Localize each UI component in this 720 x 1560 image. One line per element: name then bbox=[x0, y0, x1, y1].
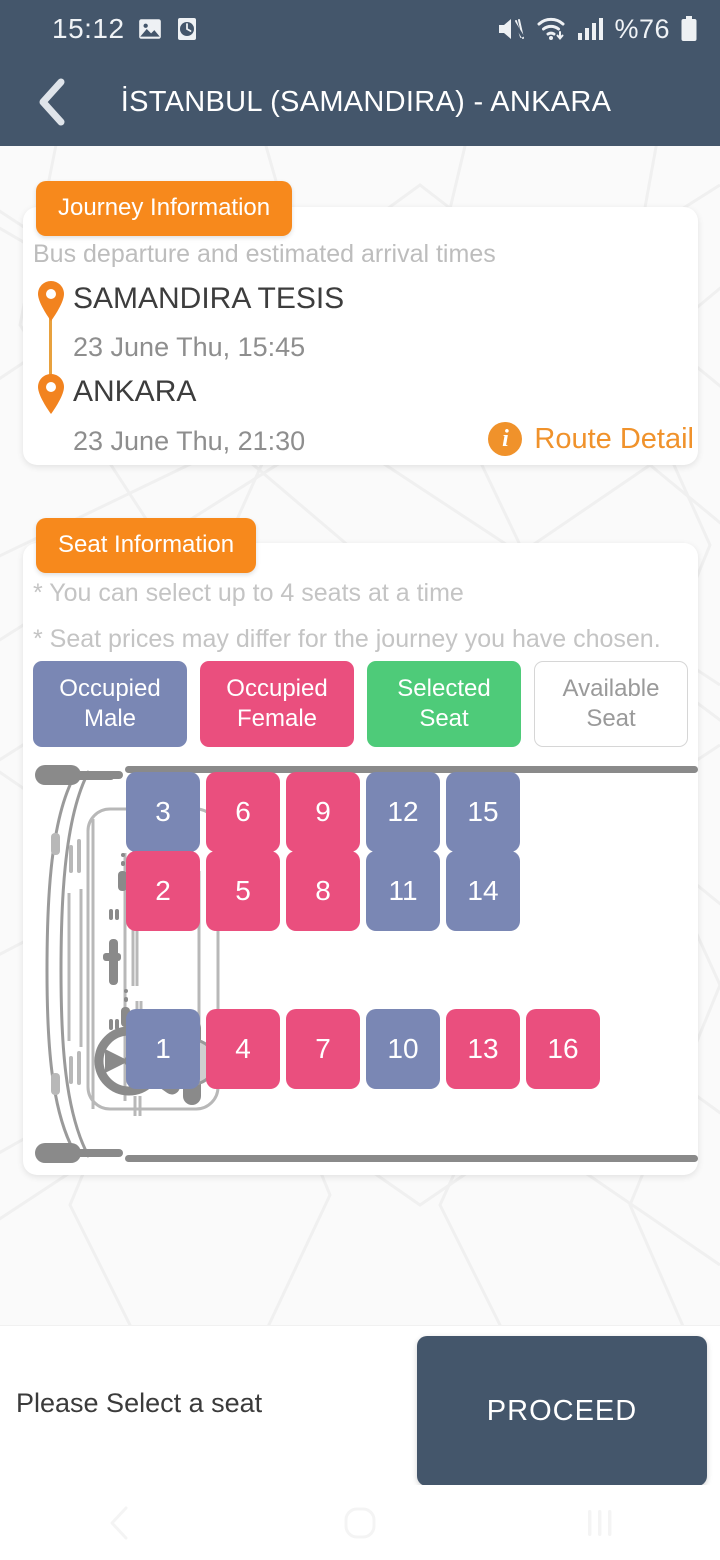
back-button[interactable] bbox=[18, 67, 88, 137]
proceed-button[interactable]: PROCEED bbox=[417, 1336, 707, 1486]
seat-1[interactable]: 1 bbox=[126, 1009, 200, 1089]
legend-item-selected: Selected Seat bbox=[367, 661, 521, 747]
nav-recents-icon bbox=[585, 1506, 615, 1540]
page-title: İSTANBUL (SAMANDIRA) - ANKARA bbox=[120, 85, 612, 118]
legend-item-male: Occupied Male bbox=[33, 661, 187, 747]
status-bar-left: 15:12 bbox=[52, 13, 199, 45]
seat-note-prices: * Seat prices may differ for the journey… bbox=[33, 625, 661, 653]
seat-8[interactable]: 8 bbox=[286, 851, 360, 931]
seat-number-label: 10 bbox=[387, 1033, 419, 1064]
nav-back-icon bbox=[105, 1504, 135, 1542]
status-bar-right: %76 bbox=[496, 14, 698, 45]
status-clock: 15:12 bbox=[52, 13, 125, 44]
seat-14[interactable]: 14 bbox=[446, 851, 520, 931]
chevron-left-icon bbox=[33, 76, 73, 128]
nav-back-button[interactable] bbox=[75, 1493, 165, 1553]
origin-location-pin-icon bbox=[36, 280, 66, 322]
seat-12[interactable]: 12 bbox=[366, 772, 440, 852]
seat-number-label: 13 bbox=[467, 1033, 499, 1064]
seat-number-label: 16 bbox=[547, 1033, 579, 1064]
nav-recents-button[interactable] bbox=[555, 1493, 645, 1553]
seat-16[interactable]: 16 bbox=[526, 1009, 600, 1089]
status-bar: 15:12 %76 bbox=[0, 0, 720, 58]
legend-label-line1: Occupied bbox=[59, 674, 161, 702]
seat-number-label: 9 bbox=[315, 796, 331, 827]
seat-information-card: * You can select up to 4 seats at a time… bbox=[23, 543, 698, 1175]
seat-information-badge: Seat Information bbox=[36, 518, 257, 573]
route-detail-label: Route Detail bbox=[534, 422, 694, 455]
seat-11[interactable]: 11 bbox=[366, 851, 440, 931]
origin-name: SAMANDIRA TESIS bbox=[73, 282, 345, 315]
seat-9[interactable]: 9 bbox=[286, 772, 360, 852]
bus-bottom-rail bbox=[125, 1155, 698, 1162]
seat-5[interactable]: 5 bbox=[206, 851, 280, 931]
seat-map[interactable]: 3 6 9 12 15 2 5 8 11 14 1 4 7 10 13 16 bbox=[33, 761, 698, 1167]
seat-7[interactable]: 7 bbox=[286, 1009, 360, 1089]
legend-label-line2: Seat bbox=[419, 705, 469, 732]
seat-number-label: 15 bbox=[467, 796, 499, 827]
seat-10[interactable]: 10 bbox=[366, 1009, 440, 1089]
origin-time: 23 June Thu, 15:45 bbox=[73, 332, 306, 362]
wifi-icon bbox=[536, 15, 566, 43]
battery-percent-label: %76 bbox=[614, 13, 670, 44]
legend-label-line2: Seat bbox=[586, 705, 636, 732]
selection-status-message: Please Select a seat bbox=[16, 1388, 263, 1418]
cellular-signal-icon bbox=[576, 16, 604, 42]
seat-legend: Occupied Male Occupied Female Selected Seat Av… bbox=[33, 661, 688, 747]
seat-number-label: 11 bbox=[388, 875, 418, 906]
alarm-clock-icon bbox=[175, 16, 199, 42]
gallery-icon bbox=[137, 16, 163, 42]
nav-home-button[interactable] bbox=[315, 1493, 405, 1553]
app-screen: 15:12 %76 İSTANBUL (SAMANDIRA) - ANKARA … bbox=[0, 0, 720, 1560]
legend-label-line1: Selected bbox=[397, 674, 491, 702]
seat-15[interactable]: 15 bbox=[446, 772, 520, 852]
mute-icon bbox=[496, 15, 526, 43]
seat-number-label: 6 bbox=[235, 796, 251, 827]
legend-label-line1: Available bbox=[562, 674, 660, 702]
destination-location-pin-icon bbox=[36, 373, 66, 415]
journey-subtitle: Bus departure and estimated arrival time… bbox=[33, 240, 496, 268]
app-header: İSTANBUL (SAMANDIRA) - ANKARA bbox=[0, 58, 720, 146]
seat-number-label: 4 bbox=[235, 1033, 251, 1064]
legend-label-line2: Female bbox=[236, 705, 318, 732]
seat-number-label: 8 bbox=[315, 875, 331, 906]
android-navigation-bar bbox=[0, 1485, 720, 1560]
seat-number-label: 2 bbox=[155, 875, 171, 906]
seat-6[interactable]: 6 bbox=[206, 772, 280, 852]
destination-name: ANKARA bbox=[73, 375, 197, 408]
seat-4[interactable]: 4 bbox=[206, 1009, 280, 1089]
seat-number-label: 14 bbox=[467, 875, 499, 906]
seat-13[interactable]: 13 bbox=[446, 1009, 520, 1089]
seat-number-label: 3 bbox=[155, 796, 171, 827]
nav-home-icon bbox=[342, 1505, 378, 1541]
legend-label-line2: Male bbox=[83, 705, 137, 732]
bottom-action-bar: Please Select a seat PROCEED bbox=[0, 1325, 720, 1486]
battery-icon bbox=[680, 15, 698, 43]
seat-number-label: 1 bbox=[155, 1033, 171, 1064]
destination-time: 23 June Thu, 21:30 bbox=[73, 426, 306, 456]
seat-number-label: 12 bbox=[387, 796, 419, 827]
seat-number-label: 7 bbox=[315, 1033, 331, 1064]
journey-information-badge: Journey Information bbox=[36, 181, 293, 236]
seat-note-max-seats: * You can select up to 4 seats at a time bbox=[33, 579, 464, 607]
legend-item-available: Available Seat bbox=[534, 661, 688, 747]
seat-2[interactable]: 2 bbox=[126, 851, 200, 931]
seat-3[interactable]: 3 bbox=[126, 772, 200, 852]
legend-label-line1: Occupied bbox=[226, 674, 328, 702]
journey-information-card: Bus departure and estimated arrival time… bbox=[23, 207, 698, 465]
seat-number-label: 5 bbox=[235, 875, 251, 906]
legend-item-female: Occupied Female bbox=[200, 661, 354, 747]
info-icon: i bbox=[488, 422, 523, 456]
route-detail-button[interactable]: i Route Detail bbox=[488, 422, 694, 456]
